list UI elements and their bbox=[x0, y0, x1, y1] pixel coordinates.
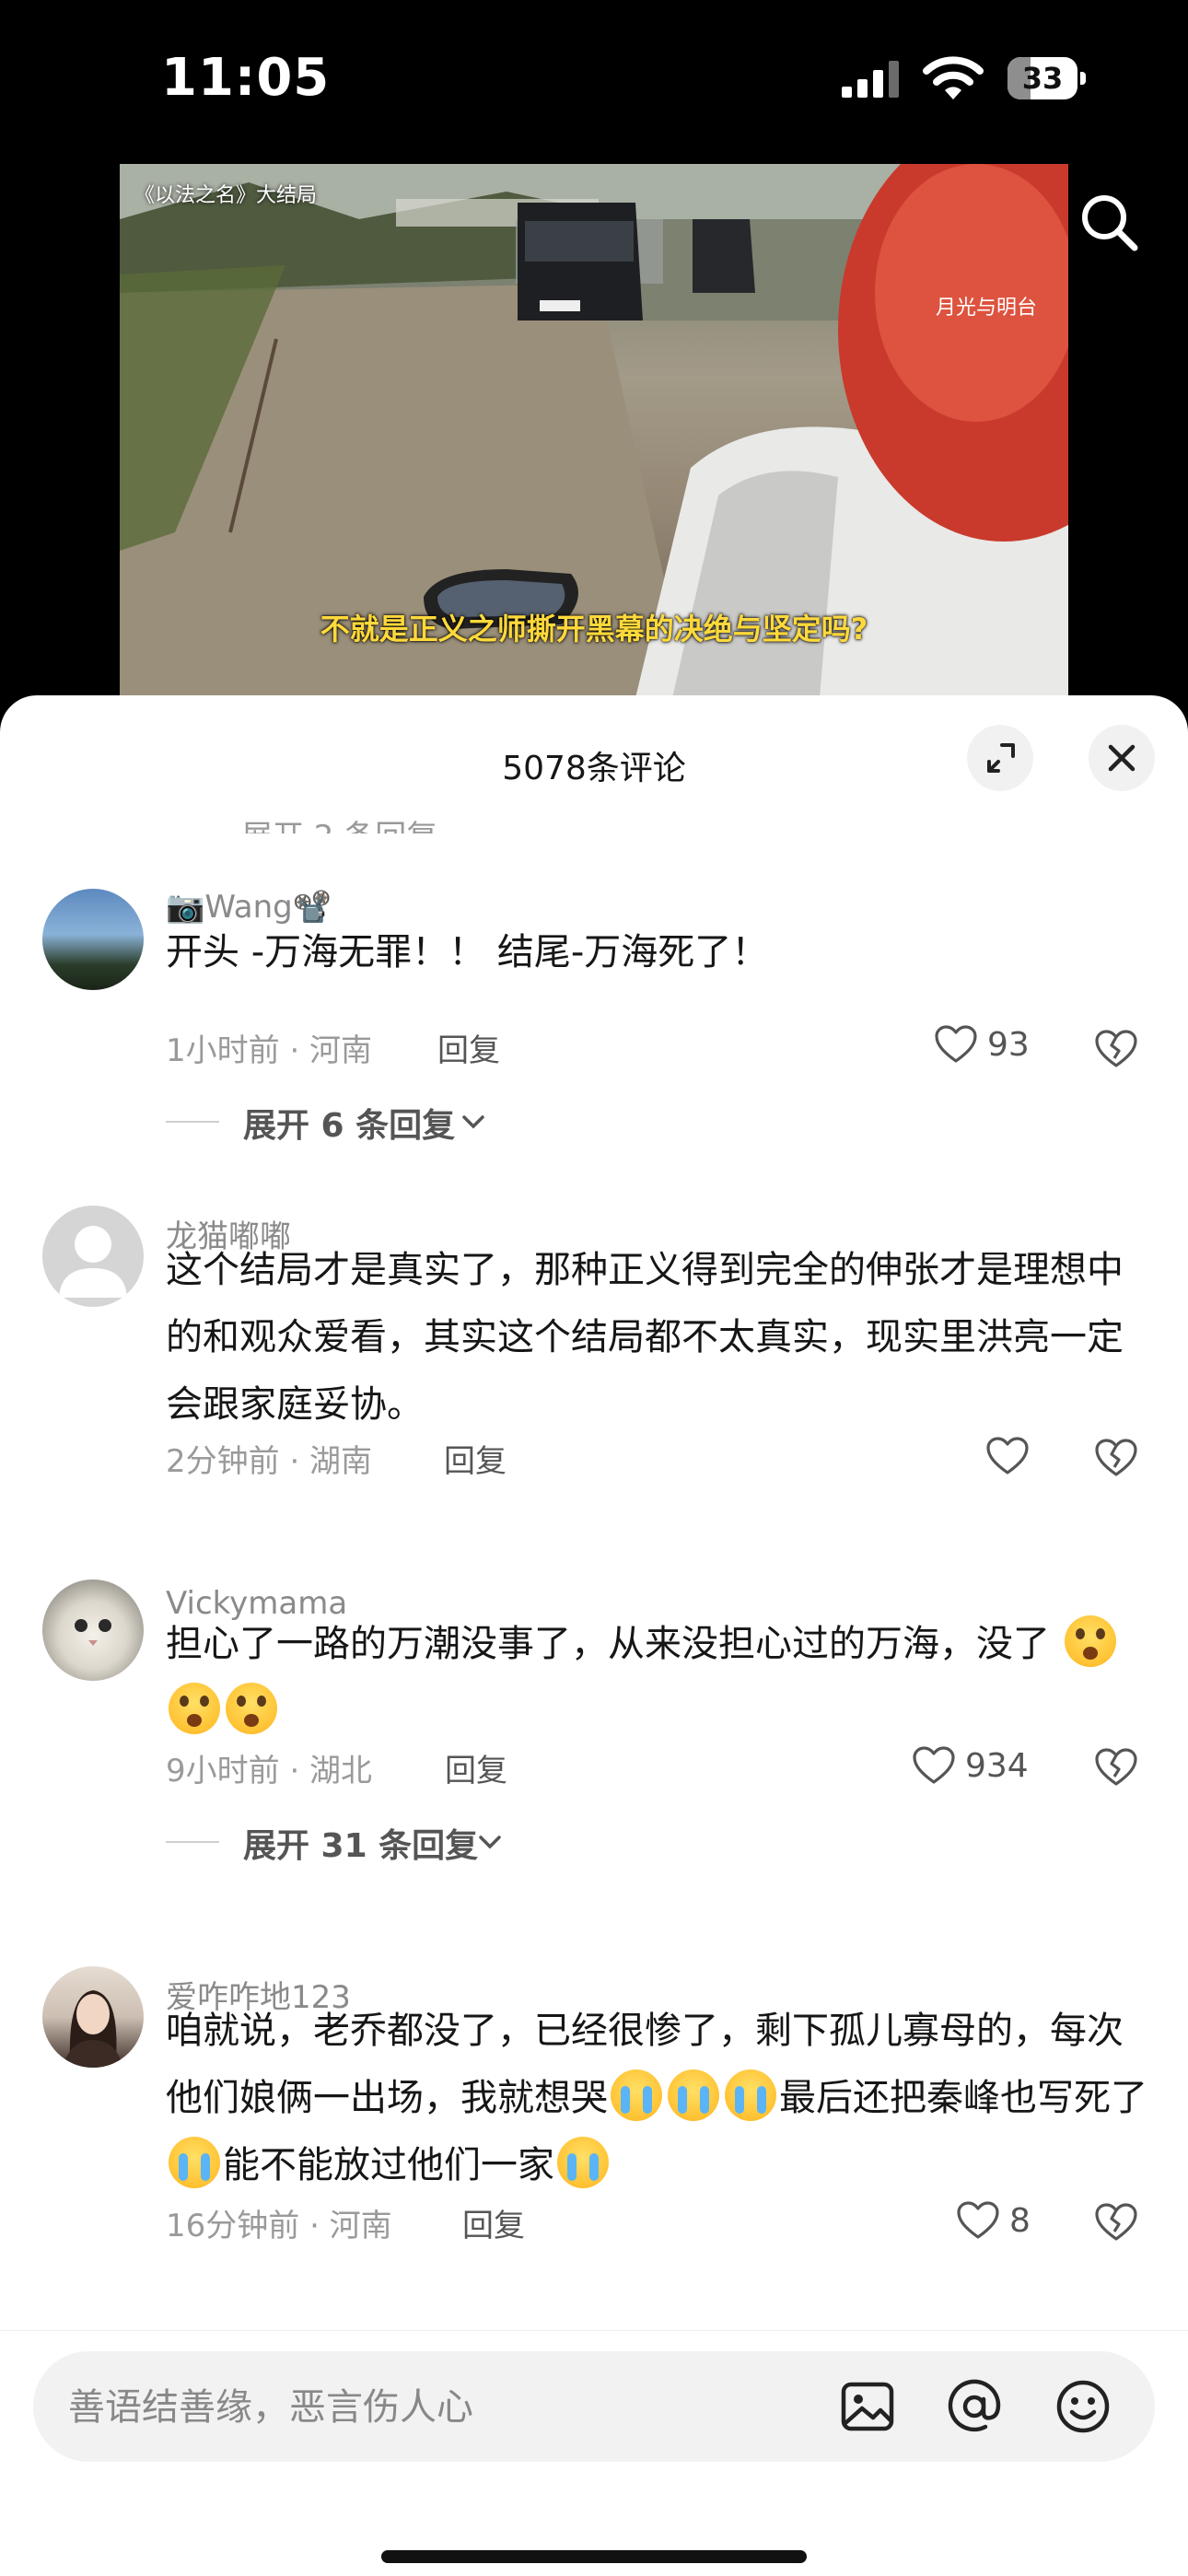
emoji-icon[interactable] bbox=[1054, 2377, 1112, 2436]
video-tag: 《以法之名》大结局 bbox=[134, 184, 318, 207]
truncated-expand-replies[interactable]: 展开 2 条回复 bbox=[0, 787, 1188, 833]
wifi-icon bbox=[923, 56, 984, 99]
broken-heart-icon[interactable] bbox=[1094, 1027, 1138, 1071]
status-time: 11:05 bbox=[161, 48, 331, 108]
like-count: 934 bbox=[965, 1747, 1029, 1785]
cat-avatar bbox=[75, 1619, 111, 1646]
signal-icon bbox=[842, 61, 899, 98]
crying-emoji-icon bbox=[668, 2069, 719, 2121]
battery-icon: 33 bbox=[1007, 57, 1086, 99]
default-avatar-icon bbox=[59, 1226, 127, 1298]
comment-item: 龙猫嘟嘟 这个结局才是真实了，那种正义得到完全的伸张才是理想中的和观众爱看，其实… bbox=[0, 1206, 1188, 1509]
like-button[interactable]: 8 bbox=[956, 2197, 1048, 2248]
like-count: 8 bbox=[1009, 2202, 1031, 2240]
expand-icon bbox=[987, 743, 1015, 773]
shocked-emoji-icon bbox=[226, 1683, 277, 1734]
broken-heart-icon[interactable] bbox=[1094, 2200, 1138, 2244]
heart-icon bbox=[935, 1025, 977, 1063]
comment-item: 📷Wang📽️ 开头 -万海无罪！！ 结尾-万海死了！ 1小时前 · 河南 回复… bbox=[0, 880, 1188, 1145]
avatar[interactable] bbox=[42, 889, 144, 990]
shocked-emoji-icon bbox=[169, 1683, 220, 1734]
comment-input-container[interactable] bbox=[33, 2351, 1155, 2462]
comment-text: 担心了一路的万潮没事了，从来没担心过的万海，没了 bbox=[166, 1611, 1151, 1745]
comment-item: 爱咋咋地123 咱就说，老乔都没了，已经很惨了，剩下孤儿寡母的，每次他们娘俩一出… bbox=[0, 1966, 1188, 2335]
comment-text: 这个结局才是真实了，那种正义得到完全的伸张才是理想中的和观众爱看，其实这个结局都… bbox=[166, 1249, 1124, 1426]
heart-icon bbox=[913, 1746, 955, 1784]
like-count: 93 bbox=[987, 1026, 1030, 1064]
comment-input-bar bbox=[0, 2330, 1188, 2576]
chevron-down-icon bbox=[479, 1836, 501, 1849]
crying-emoji-icon bbox=[611, 2069, 662, 2121]
image-icon[interactable] bbox=[838, 2377, 897, 2436]
close-icon bbox=[1108, 744, 1136, 772]
comment-meta: 2分钟前 · 湖南 bbox=[166, 1443, 373, 1480]
comment-meta: 9小时前 · 湖北 bbox=[166, 1753, 373, 1789]
broken-heart-icon[interactable] bbox=[1094, 1745, 1138, 1789]
like-button[interactable] bbox=[985, 1432, 1041, 1484]
reply-button[interactable]: 回复 bbox=[445, 1745, 507, 1790]
at-icon[interactable] bbox=[945, 2377, 1004, 2436]
chevron-down-icon bbox=[462, 1115, 484, 1129]
crying-emoji-icon bbox=[557, 2137, 609, 2188]
comment-text: 咱就说，老乔都没了，已经很惨了，剩下孤儿寡母的，每次他们娘俩一出场，我就想哭 最后… bbox=[166, 2010, 1147, 2188]
video-player[interactable]: 《以法之名》大结局 月光与明台 不就是正义之师撕开黑幕的决绝与坚定吗? bbox=[120, 164, 1068, 698]
heart-icon bbox=[986, 1437, 1029, 1474]
video-subtitle: 不就是正义之师撕开黑幕的决绝与坚定吗? bbox=[320, 612, 868, 647]
battery-level: 33 bbox=[1021, 61, 1064, 96]
comment-meta: 16分钟前 · 河南 bbox=[166, 2208, 392, 2244]
comment-input[interactable] bbox=[66, 2379, 788, 2436]
search-icon[interactable] bbox=[1076, 189, 1144, 257]
comment-text: 开头 -万海无罪！！ 结尾-万海死了！ bbox=[166, 931, 769, 973]
comment-item: Vickymama 担心了一路的万潮没事了，从来没担心过的万海，没了 9小时前 … bbox=[0, 1579, 1188, 1865]
shocked-emoji-icon bbox=[1064, 1615, 1116, 1667]
avatar[interactable] bbox=[42, 1966, 144, 2068]
like-button[interactable]: 934 bbox=[912, 1742, 1041, 1793]
broken-heart-icon[interactable] bbox=[1094, 1436, 1138, 1480]
expand-button[interactable] bbox=[967, 725, 1033, 791]
status-bar: 11:05 33 bbox=[0, 0, 1188, 161]
comment-sheet: 5078条评论 展开 2 条回复 📷Wang📽️ 开头 -万海无罪！！ 结尾-万… bbox=[0, 695, 1188, 2575]
person-avatar bbox=[63, 1990, 123, 2068]
avatar[interactable] bbox=[42, 1579, 144, 1681]
reply-button[interactable]: 回复 bbox=[462, 2200, 525, 2245]
crying-emoji-icon bbox=[169, 2137, 220, 2188]
home-indicator[interactable] bbox=[381, 2550, 807, 2563]
reply-button[interactable]: 回复 bbox=[437, 1025, 500, 1070]
crying-emoji-icon bbox=[725, 2069, 776, 2121]
video-watermark: 月光与明台 bbox=[935, 297, 1037, 320]
avatar[interactable] bbox=[42, 1206, 144, 1307]
reply-button[interactable]: 回复 bbox=[444, 1436, 507, 1481]
close-button[interactable] bbox=[1089, 725, 1155, 791]
heart-icon bbox=[957, 2201, 999, 2239]
like-button[interactable]: 93 bbox=[934, 1020, 1044, 1072]
comment-meta: 1小时前 · 河南 bbox=[166, 1032, 373, 1069]
